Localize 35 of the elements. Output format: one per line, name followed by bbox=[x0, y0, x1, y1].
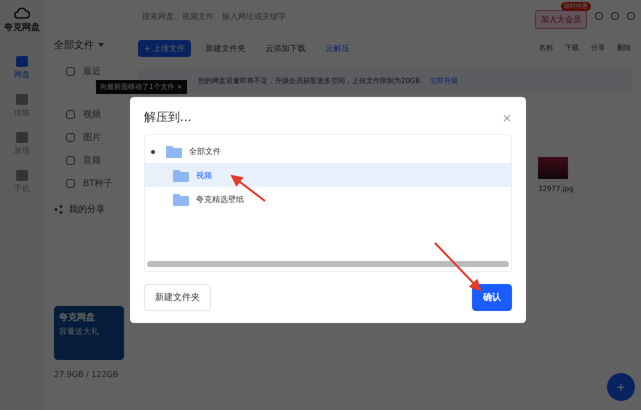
image-thumbnail[interactable] bbox=[538, 157, 568, 179]
share-nav-item[interactable]: 我的分享 bbox=[54, 203, 128, 216]
close-button[interactable]: × bbox=[502, 110, 512, 124]
toolbar-button[interactable]: 新建文件夹 bbox=[199, 40, 252, 56]
vip-button[interactable]: 加入大会员 bbox=[535, 10, 587, 28]
dialog-title: 解压到... bbox=[144, 109, 192, 126]
caret-icon bbox=[98, 43, 104, 47]
folder-row[interactable]: 视频 bbox=[145, 163, 511, 187]
folder-icon bbox=[173, 192, 189, 206]
promo-title: 夸克网盘 bbox=[59, 311, 96, 324]
add-button[interactable]: + bbox=[607, 373, 635, 401]
toolbar-button[interactable]: + 上传文件 bbox=[138, 40, 192, 56]
folder-row[interactable]: 夸克精选壁纸 bbox=[145, 187, 511, 211]
folder-dropdown[interactable]: 全部文件 bbox=[54, 38, 128, 52]
nav-item[interactable]: 图片 bbox=[54, 126, 128, 149]
folder-icon bbox=[173, 168, 189, 182]
toolbar-button[interactable]: 云解压 bbox=[319, 40, 356, 56]
folder-icon bbox=[166, 144, 182, 158]
confirm-button[interactable]: 确认 bbox=[472, 284, 512, 311]
toolbar-button[interactable]: 云添加下载 bbox=[259, 40, 312, 56]
new-folder-button[interactable]: 新建文件夹 bbox=[144, 284, 211, 311]
annotation-arrow bbox=[434, 242, 482, 292]
share-icon bbox=[54, 205, 63, 214]
rail-item[interactable]: 网盘 bbox=[14, 56, 30, 80]
expanded-dot-icon[interactable] bbox=[151, 150, 155, 154]
cloud-logo-icon bbox=[14, 6, 30, 19]
app-logo-text: 夸克网盘 bbox=[4, 21, 40, 34]
nav-item[interactable]: 视频 bbox=[54, 103, 128, 126]
folder-row[interactable]: 全部文件 bbox=[145, 139, 511, 163]
storage-usage: 27.9GB / 122GB bbox=[54, 370, 120, 379]
nav-item[interactable]: 音频 bbox=[54, 149, 128, 172]
nav-item[interactable]: BT种子 bbox=[54, 172, 128, 195]
promo-subtitle: 容量送大礼 bbox=[59, 326, 100, 337]
horizontal-scrollbar[interactable] bbox=[147, 261, 509, 267]
nav-item[interactable]: 最近 bbox=[54, 60, 128, 83]
